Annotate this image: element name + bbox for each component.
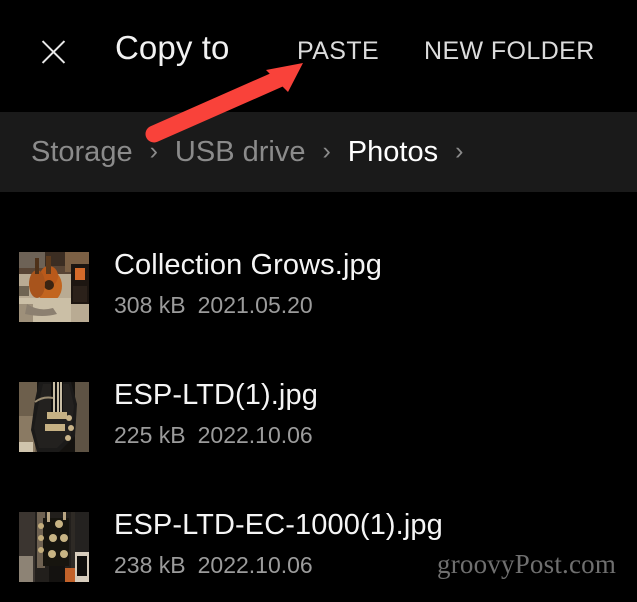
breadcrumb: Storage › USB drive › Photos › — [0, 112, 637, 192]
file-thumbnail — [19, 382, 89, 452]
file-meta: 238 kB 2022.10.06 — [114, 552, 313, 579]
file-date: 2021.05.20 — [197, 292, 313, 318]
file-name: ESP-LTD-EC-1000(1).jpg — [114, 509, 443, 541]
file-size: 238 kB — [114, 552, 186, 578]
file-thumbnail — [19, 512, 89, 582]
chevron-right-icon: › — [322, 136, 331, 165]
paste-button[interactable]: PASTE — [297, 37, 379, 66]
action-bar: Copy to PASTE NEW FOLDER — [0, 0, 637, 112]
file-meta: 225 kB 2022.10.06 — [114, 422, 313, 449]
file-manager-screen: Copy to PASTE NEW FOLDER Storage › USB d… — [0, 0, 637, 602]
chevron-right-icon: › — [149, 136, 158, 165]
list-item[interactable]: Collection Grows.jpg 308 kB 2021.05.20 — [0, 192, 637, 322]
chevron-right-icon: › — [455, 136, 464, 165]
file-list: Collection Grows.jpg 308 kB 2021.05.20 E… — [0, 192, 637, 582]
new-folder-button[interactable]: NEW FOLDER — [424, 37, 595, 66]
close-icon[interactable] — [38, 36, 69, 67]
file-meta: 308 kB 2021.05.20 — [114, 292, 313, 319]
file-name: Collection Grows.jpg — [114, 249, 382, 281]
breadcrumb-item-usb-drive[interactable]: USB drive — [175, 136, 306, 169]
list-item[interactable]: ESP-LTD(1).jpg 225 kB 2022.10.06 — [0, 322, 637, 452]
breadcrumb-item-photos[interactable]: Photos — [348, 136, 438, 169]
file-size: 308 kB — [114, 292, 186, 318]
file-thumbnail — [19, 252, 89, 322]
file-date: 2022.10.06 — [197, 422, 313, 448]
file-date: 2022.10.06 — [197, 552, 313, 578]
file-size: 225 kB — [114, 422, 186, 448]
file-name: ESP-LTD(1).jpg — [114, 379, 318, 411]
breadcrumb-item-storage[interactable]: Storage — [31, 136, 133, 169]
watermark: groovyPost.com — [437, 549, 617, 579]
page-title: Copy to — [115, 29, 230, 66]
